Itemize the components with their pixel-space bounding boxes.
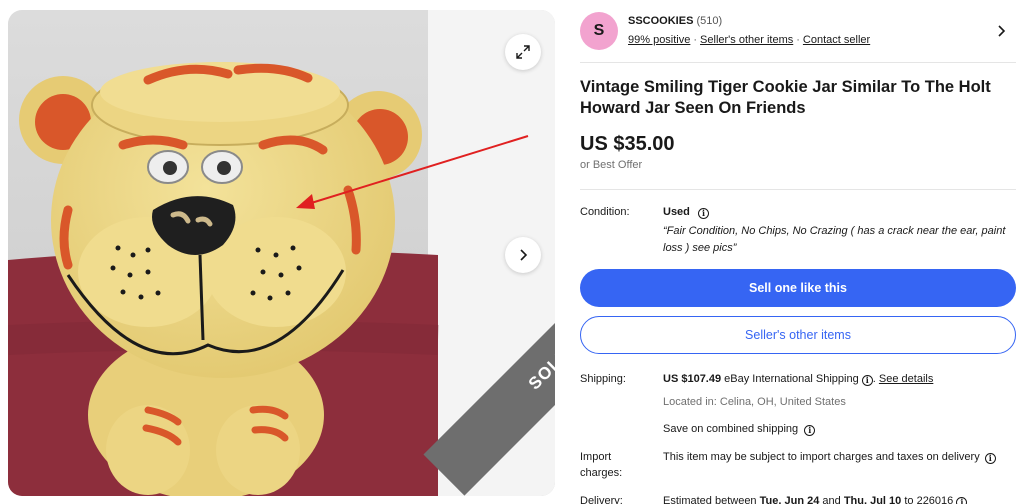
- expand-icon: [516, 45, 530, 59]
- condition-note: “Fair Condition, No Chips, No Crazing ( …: [663, 225, 1006, 254]
- seller-links: 99% positive · Seller's other items · Contac…: [628, 34, 871, 46]
- import-charges-label: Import charges:: [580, 449, 622, 481]
- divider: [580, 189, 1016, 190]
- import-label-line1: Import: [580, 451, 612, 463]
- shipping-line: US $107.49 eBay International Shipping i…: [663, 373, 934, 386]
- positive-feedback-link[interactable]: 99% positive: [628, 34, 690, 46]
- price: US $35.00: [580, 133, 675, 155]
- sell-one-like-this-button[interactable]: Sell one like this: [580, 269, 1016, 307]
- shipping-method: eBay International Shipping: [724, 373, 859, 385]
- next-image-button[interactable]: [505, 237, 541, 273]
- chevron-right-icon: [520, 249, 528, 261]
- seller-other-items-link[interactable]: Seller's other items: [700, 34, 793, 46]
- condition-value: Used: [663, 206, 690, 218]
- import-charges-text-line: This item may be subject to import charg…: [663, 449, 1013, 465]
- expand-image-button[interactable]: [505, 34, 541, 70]
- import-charges-text: This item may be subject to import charg…: [663, 451, 980, 463]
- shipping-label: Shipping:: [580, 373, 626, 385]
- info-icon[interactable]: i: [804, 425, 816, 436]
- combined-shipping-text: Save on combined shipping: [663, 423, 799, 435]
- info-icon[interactable]: i: [956, 497, 968, 504]
- seller-name-line: SSCOOKIES (510): [628, 15, 722, 27]
- delivery-line: Estimated between Tue, Jun 24 and Thu, J…: [663, 495, 968, 504]
- delivery-label: Delivery:: [580, 495, 623, 504]
- item-location: Located in: Celina, OH, United States: [663, 396, 846, 408]
- product-gallery: SOLD: [8, 10, 555, 496]
- contact-seller-link[interactable]: Contact seller: [803, 34, 870, 46]
- import-label-line2: charges:: [580, 467, 623, 479]
- info-icon[interactable]: i: [697, 208, 709, 219]
- divider: [580, 62, 1016, 63]
- seller-feedback-count: (510): [696, 15, 723, 27]
- info-icon[interactable]: i: [984, 453, 996, 464]
- listing-info: S SSCOOKIES (510) 99% positive · Seller's …: [580, 0, 1020, 504]
- best-offer-text: or Best Offer: [580, 159, 643, 171]
- delivery-to: to 226016: [904, 495, 954, 504]
- condition-label: Condition:: [580, 206, 630, 218]
- seller-card[interactable]: S SSCOOKIES (510) 99% positive · Seller's …: [580, 12, 1016, 52]
- delivery-and: and: [822, 495, 841, 504]
- condition-value-line: Used i: [663, 206, 709, 219]
- info-icon[interactable]: i: [861, 375, 873, 386]
- seller-avatar: S: [580, 12, 618, 50]
- listing-title: Vintage Smiling Tiger Cookie Jar Similar…: [580, 78, 991, 117]
- sellers-other-items-button[interactable]: Seller's other items: [580, 316, 1016, 354]
- see-details-link[interactable]: See details: [879, 373, 933, 385]
- delivery-start: Tue, Jun 24: [759, 495, 820, 504]
- combined-shipping-line: Save on combined shipping i: [663, 423, 816, 436]
- delivery-end: Thu, Jul 10: [843, 495, 902, 504]
- shipping-cost: US $107.49: [663, 373, 722, 385]
- sold-label: SOLD: [524, 343, 555, 394]
- seller-name[interactable]: SSCOOKIES: [628, 15, 693, 27]
- chevron-right-icon[interactable]: [994, 24, 1008, 38]
- delivery-prefix: Estimated between: [663, 495, 757, 504]
